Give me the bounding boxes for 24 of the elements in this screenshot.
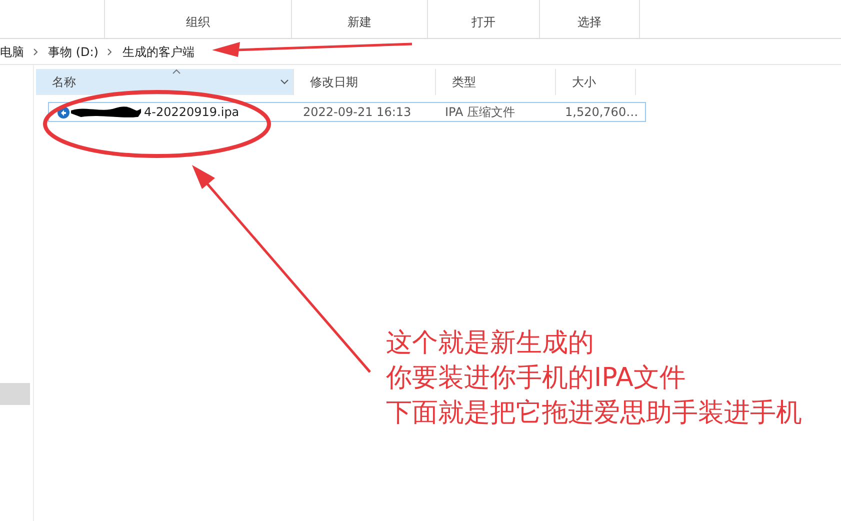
dropdown-icon[interactable]	[280, 79, 289, 85]
ribbon-group-label: 选择	[578, 14, 602, 31]
file-name: 4-20220919.ipa	[144, 105, 240, 119]
sort-caret-icon	[172, 69, 181, 74]
ribbon-group-label: 新建	[348, 14, 372, 31]
breadcrumb-item[interactable]: 电脑	[0, 44, 24, 60]
app-package-icon	[57, 106, 70, 118]
annotation-line: 你要装进你手机的IPA文件	[386, 362, 686, 395]
chevron-icon	[107, 48, 114, 56]
size-cell-text: 1,520,760…	[565, 105, 640, 119]
ribbon-group-label: 打开	[472, 14, 496, 31]
breadcrumb-item[interactable]: 生成的客户端	[122, 44, 194, 60]
column-header[interactable]: 类型	[436, 69, 556, 95]
column-header[interactable]: 大小	[556, 69, 636, 95]
annotation-line: 下面就是把它拖进爱思助手装进手机	[386, 397, 802, 430]
chevron-icon	[33, 48, 39, 56]
date-cell-text: 2022-09-21 16:13	[303, 105, 412, 119]
file-row[interactable]: 4-20220919.ipa 2022-09-21 16:13 IPA 压缩文件 1,520,760…	[48, 102, 646, 122]
annotation-line: 这个就是新生成的	[386, 327, 595, 360]
breadcrumb-item[interactable]: 事物 (D:)	[48, 44, 98, 60]
type-cell-text: IPA 压缩文件	[445, 104, 516, 120]
column-header[interactable]: 修改日期	[294, 69, 436, 95]
ribbon-group-label: 组织	[186, 14, 210, 31]
column-header[interactable]: 名称	[36, 69, 294, 95]
